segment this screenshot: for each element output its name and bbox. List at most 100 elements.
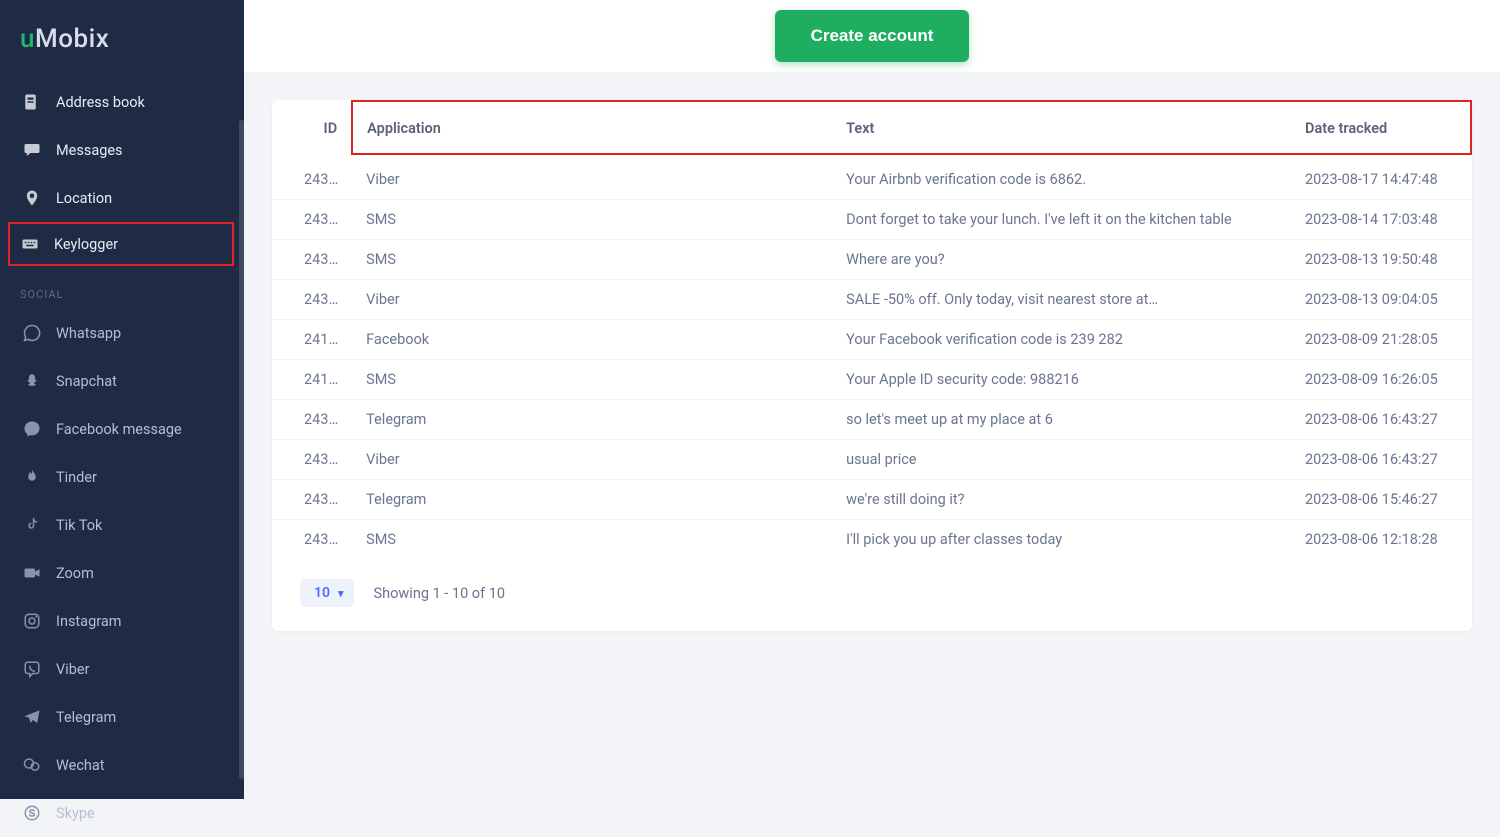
cell-id: 243…	[272, 440, 352, 480]
main: Create account ID Application Text Date …	[244, 0, 1500, 799]
cell-application: Telegram	[352, 400, 832, 440]
cell-application: Viber	[352, 280, 832, 320]
nav-section-social-label: SOCIAL	[0, 266, 244, 309]
topbar: Create account	[244, 0, 1500, 72]
sidebar: uMobix Address book Messages Location Keylo…	[0, 0, 244, 799]
create-account-button[interactable]: Create account	[775, 10, 970, 62]
cell-id: 243…	[272, 200, 352, 240]
cell-application: SMS	[352, 200, 832, 240]
sidebar-item-label: Address book	[56, 94, 145, 111]
snapchat-icon	[22, 371, 42, 391]
cell-date: 2023-08-09 16:26:05	[1291, 360, 1471, 400]
cell-text: SALE -50% off. Only today, visit nearest…	[832, 280, 1291, 320]
table-row[interactable]: 241…SMSYour Apple ID security code: 9882…	[272, 360, 1471, 400]
cell-application: SMS	[352, 240, 832, 280]
cell-id: 241…	[272, 320, 352, 360]
content: ID Application Text Date tracked 243…Vib…	[244, 72, 1500, 799]
cell-text: so let's meet up at my place at 6	[832, 400, 1291, 440]
col-header-text[interactable]: Text	[832, 101, 1291, 154]
cell-text: Your Facebook verification code is 239 2…	[832, 320, 1291, 360]
table-row[interactable]: 241…FacebookYour Facebook verification c…	[272, 320, 1471, 360]
sidebar-item-skype[interactable]: Skype	[0, 789, 244, 837]
wechat-icon	[22, 755, 42, 775]
sidebar-item-wechat[interactable]: Wechat	[0, 741, 244, 789]
cell-application: Telegram	[352, 480, 832, 520]
whatsapp-icon	[22, 323, 42, 343]
cell-date: 2023-08-06 12:18:28	[1291, 520, 1471, 560]
sidebar-item-address-book[interactable]: Address book	[0, 78, 244, 126]
keyboard-icon	[20, 234, 40, 254]
sidebar-item-facebook-message[interactable]: Facebook message	[0, 405, 244, 453]
nav-primary: Address book Messages Location Keylogger	[0, 78, 244, 266]
table-row[interactable]: 243…ViberYour Airbnb verification code i…	[272, 154, 1471, 200]
sidebar-item-zoom[interactable]: Zoom	[0, 549, 244, 597]
cell-id: 243…	[272, 520, 352, 560]
sidebar-item-label: Whatsapp	[56, 325, 121, 342]
sidebar-item-label: Facebook message	[56, 421, 182, 438]
sidebar-item-tinder[interactable]: Tinder	[0, 453, 244, 501]
table-row[interactable]: 243…Telegramso let's meet up at my place…	[272, 400, 1471, 440]
table-row[interactable]: 243…SMSWhere are you?2023-08-13 19:50:48	[272, 240, 1471, 280]
cell-text: Dont forget to take your lunch. I've lef…	[832, 200, 1291, 240]
table-row[interactable]: 243…Telegramwe're still doing it?2023-08…	[272, 480, 1471, 520]
sidebar-item-tik-tok[interactable]: Tik Tok	[0, 501, 244, 549]
sidebar-item-keylogger[interactable]: Keylogger	[8, 222, 234, 266]
col-header-date[interactable]: Date tracked	[1291, 101, 1471, 154]
table-row[interactable]: 243…Viberusual price2023-08-06 16:43:27	[272, 440, 1471, 480]
instagram-icon	[22, 611, 42, 631]
cell-text: Your Apple ID security code: 988216	[832, 360, 1291, 400]
cell-date: 2023-08-06 16:43:27	[1291, 440, 1471, 480]
sidebar-item-messages[interactable]: Messages	[0, 126, 244, 174]
sidebar-item-label: Location	[56, 190, 112, 207]
sidebar-item-label: Keylogger	[54, 236, 118, 253]
sidebar-item-location[interactable]: Location	[0, 174, 244, 222]
sidebar-item-snapchat[interactable]: Snapchat	[0, 357, 244, 405]
cell-date: 2023-08-17 14:47:48	[1291, 154, 1471, 200]
cell-application: Viber	[352, 154, 832, 200]
table-row[interactable]: 243…SMSDont forget to take your lunch. I…	[272, 200, 1471, 240]
cell-text: Where are you?	[832, 240, 1291, 280]
cell-text: I'll pick you up after classes today	[832, 520, 1291, 560]
col-header-id[interactable]: ID	[272, 101, 352, 154]
tiktok-icon	[22, 515, 42, 535]
col-header-application[interactable]: Application	[352, 101, 832, 154]
viber-icon	[22, 659, 42, 679]
sidebar-item-telegram[interactable]: Telegram	[0, 693, 244, 741]
cell-date: 2023-08-06 16:43:27	[1291, 400, 1471, 440]
cell-date: 2023-08-09 21:28:05	[1291, 320, 1471, 360]
telegram-icon	[22, 707, 42, 727]
brand-prefix: u	[20, 24, 35, 54]
pager-summary: Showing 1 - 10 of 10	[374, 585, 505, 602]
messenger-icon	[22, 419, 42, 439]
sidebar-item-label: Tik Tok	[56, 517, 102, 534]
keylogger-card: ID Application Text Date tracked 243…Vib…	[272, 100, 1472, 631]
sidebar-item-instagram[interactable]: Instagram	[0, 597, 244, 645]
cell-date: 2023-08-13 19:50:48	[1291, 240, 1471, 280]
cell-id: 241…	[272, 360, 352, 400]
cell-date: 2023-08-06 15:46:27	[1291, 480, 1471, 520]
table-row[interactable]: 243…SMSI'll pick you up after classes to…	[272, 520, 1471, 560]
table-row[interactable]: 243…ViberSALE -50% off. Only today, visi…	[272, 280, 1471, 320]
sidebar-item-label: Zoom	[56, 565, 94, 582]
sidebar-item-label: Instagram	[56, 613, 121, 630]
location-icon	[22, 188, 42, 208]
cell-application: Viber	[352, 440, 832, 480]
sidebar-item-label: Wechat	[56, 757, 105, 774]
cell-application: Facebook	[352, 320, 832, 360]
cell-id: 243…	[272, 280, 352, 320]
sidebar-item-whatsapp[interactable]: Whatsapp	[0, 309, 244, 357]
skype-icon	[22, 803, 42, 823]
sidebar-item-viber[interactable]: Viber	[0, 645, 244, 693]
sidebar-item-label: Viber	[56, 661, 90, 678]
page-size-select[interactable]: 10 ▾	[300, 579, 354, 607]
sidebar-scrollbar[interactable]	[239, 120, 244, 779]
zoom-icon	[22, 563, 42, 583]
brand-rest: Mobix	[35, 24, 109, 54]
cell-id: 243…	[272, 154, 352, 200]
chevron-down-icon: ▾	[338, 587, 344, 600]
cell-application: SMS	[352, 520, 832, 560]
cell-application: SMS	[352, 360, 832, 400]
cell-id: 243…	[272, 480, 352, 520]
cell-text: usual price	[832, 440, 1291, 480]
sidebar-item-label: Skype	[56, 805, 95, 822]
